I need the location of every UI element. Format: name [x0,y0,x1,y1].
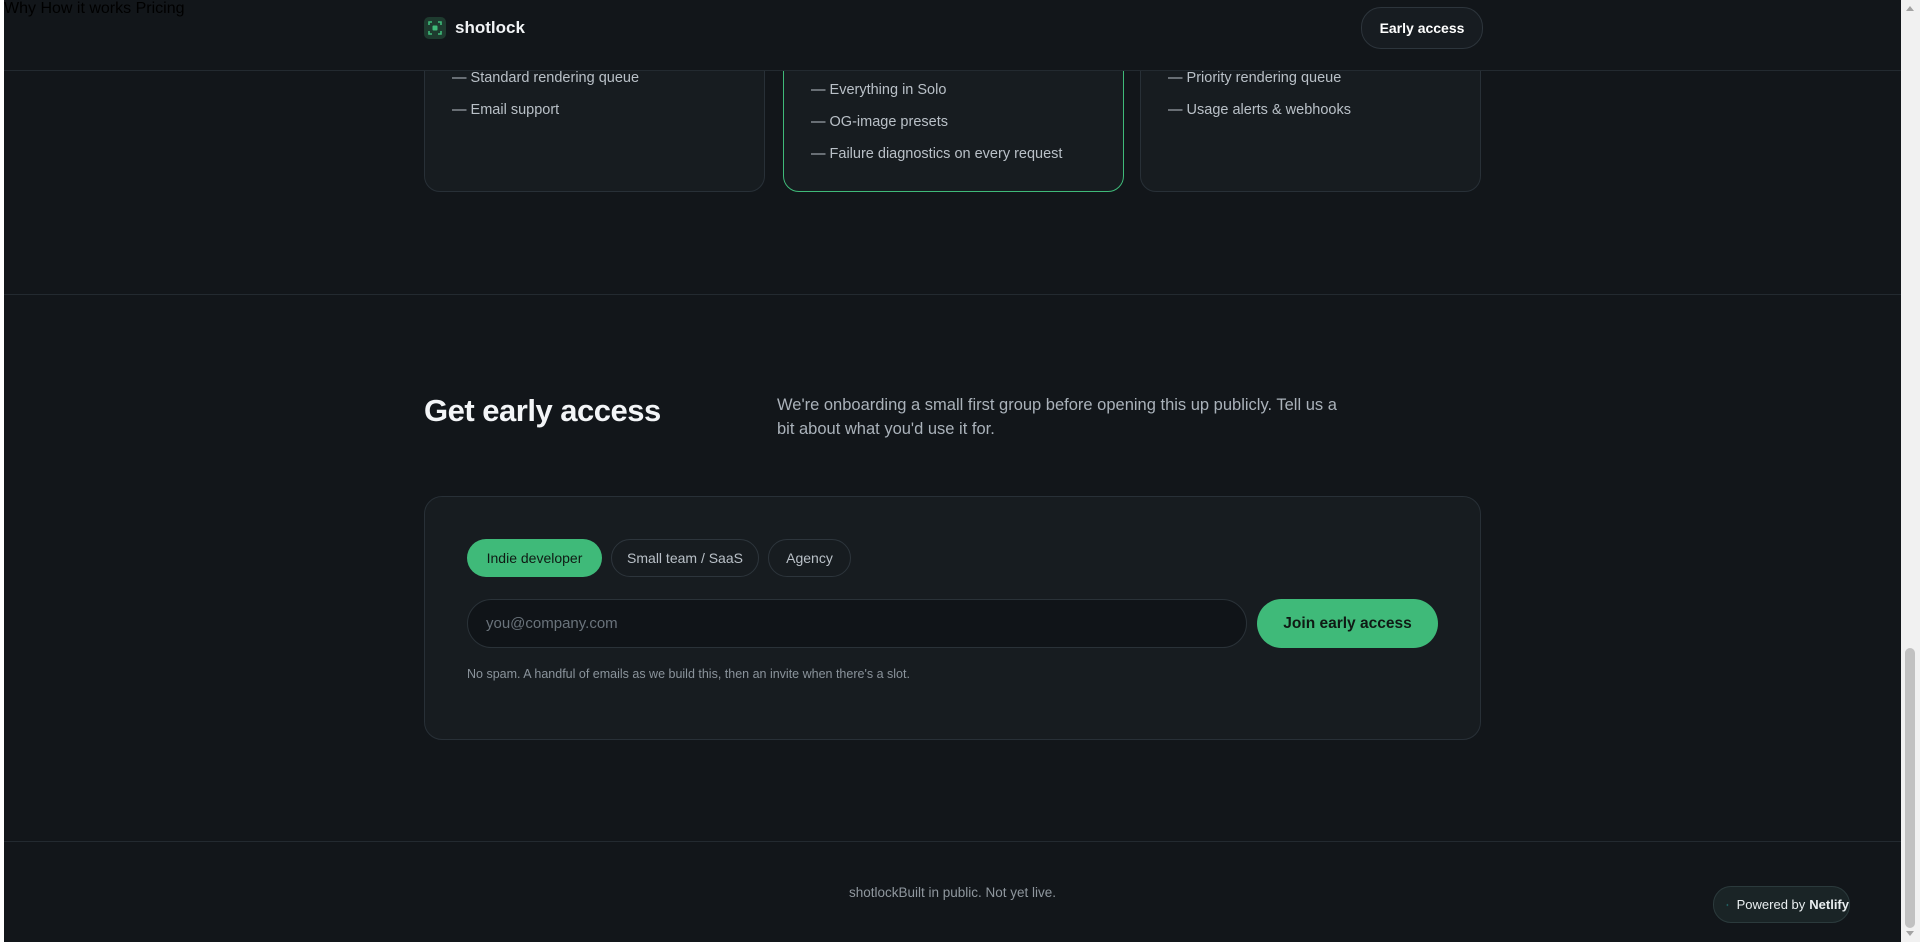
segment-indie-developer[interactable]: Indie developer [467,539,602,577]
site-header: shotlock Why How it works Pricing Early … [4,0,1901,71]
badge-prefix: Powered by [1736,897,1806,912]
early-access-title: Get early access [424,393,661,428]
signup-form: Indie developer Small team / SaaS Agency… [424,496,1481,740]
segment-agency[interactable]: Agency [768,539,851,577]
page-viewport: — Standard rendering queue — Email suppo… [4,0,1901,942]
badge-name: Netlify [1809,897,1849,912]
feature-item: — Usage alerts & webhooks [1168,102,1351,118]
feature-item: — OG-image presets [811,114,948,130]
feature-item: — Everything in Solo [811,82,947,98]
brand-logo-link[interactable]: shotlock [424,17,525,39]
join-early-access-button[interactable]: Join early access [1257,599,1438,648]
feature-item: — Priority rendering queue [1168,70,1342,86]
segment-small-team[interactable]: Small team / SaaS [611,539,759,577]
scroll-down-arrow-icon[interactable] [1906,931,1914,936]
nav-link-how-it-works[interactable]: How it works [40,0,131,17]
nav-link-pricing[interactable]: Pricing [136,0,185,17]
signup-note: No spam. A handful of emails as we build… [467,667,910,681]
scrollbar-thumb[interactable] [1905,648,1915,928]
powered-by-netlify-badge[interactable]: Powered by Netlify [1713,886,1850,923]
feature-item: — Email support [452,102,560,118]
nav-link-why[interactable]: Why [4,0,36,17]
brand-name: shotlock [455,18,525,37]
netlify-icon [1726,903,1729,906]
footer-divider [4,841,1901,842]
early-access-button[interactable]: Early access [1361,7,1483,49]
page-scrollbar[interactable] [1901,0,1920,942]
early-access-description: We're onboarding a small first group bef… [777,396,1337,438]
email-input[interactable] [467,599,1247,648]
shotlock-logo-icon [424,17,446,39]
scroll-up-arrow-icon[interactable] [1906,6,1914,11]
footer-text: shotlockBuilt in public. Not yet live. [848,885,1057,900]
feature-item: — Standard rendering queue [452,70,640,86]
feature-item: — Failure diagnostics on every request [811,146,1063,162]
section-divider [4,294,1901,295]
